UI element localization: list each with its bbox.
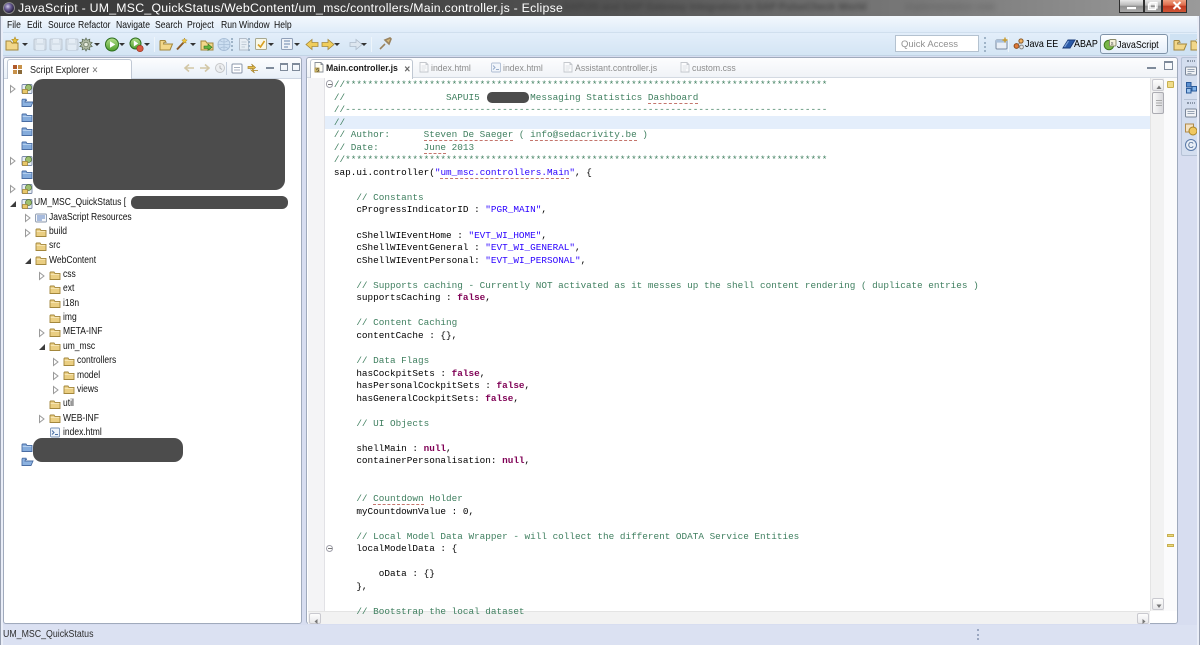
svg-text:s: s bbox=[1111, 41, 1114, 47]
svg-text:C: C bbox=[1188, 141, 1194, 150]
